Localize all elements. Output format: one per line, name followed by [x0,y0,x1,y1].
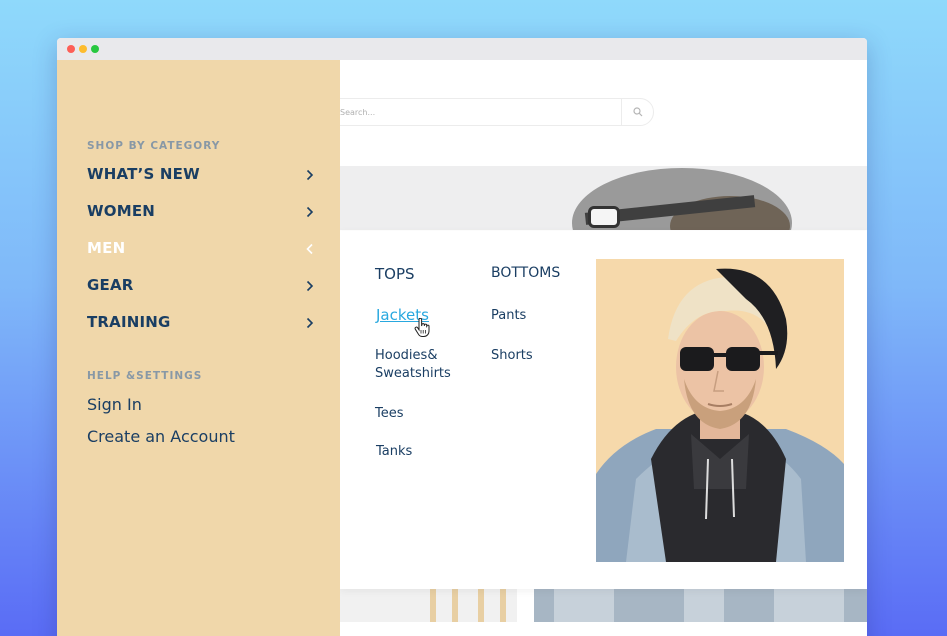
chevron-right-icon [306,206,314,218]
product-thumbnail[interactable] [534,588,867,622]
hand-cursor-icon [414,317,430,341]
help-settings-heading: HELP &SETTINGS [87,370,203,382]
chevron-left-icon [306,243,313,255]
promo-model-image[interactable] [596,259,844,562]
sidebar-item-women[interactable]: WOMEN [87,202,314,226]
search-icon [633,107,643,117]
browser-window: TOPS Jackets Hoodies& Sweatshirts Tees T… [57,38,867,636]
chevron-right-icon [306,280,314,292]
sidebar-item-whats-new[interactable]: WHAT’S NEW [87,165,314,189]
side-navigation: SHOP BY CATEGORY WHAT’S NEW WOMEN MEN GE… [57,60,340,636]
mega-link-tees[interactable]: Tees [375,405,404,423]
hero-banner [340,166,867,230]
search-input[interactable] [340,99,620,125]
maximize-window-button[interactable] [91,45,99,53]
sidebar-item-gear[interactable]: GEAR [87,276,314,300]
browser-titlebar [57,38,867,60]
sidebar-item-training[interactable]: TRAINING [87,313,314,337]
mega-column-title-bottoms[interactable]: BOTTOMS [491,265,560,281]
sidebar-item-label: MEN [87,239,126,257]
sidebar-item-label: WOMEN [87,202,156,220]
chevron-right-icon [306,317,314,329]
mega-column-title-tops[interactable]: TOPS [375,265,415,283]
close-window-button[interactable] [67,45,75,53]
mega-link-shorts[interactable]: Shorts [491,347,533,365]
sidebar-item-label: WHAT’S NEW [87,165,200,183]
search-button[interactable] [621,99,653,125]
chevron-right-icon [306,169,314,181]
mega-menu: TOPS Jackets Hoodies& Sweatshirts Tees T… [340,231,867,589]
sidebar-item-label: GEAR [87,276,134,294]
sidebar-item-men[interactable]: MEN [87,239,314,263]
mega-link-pants[interactable]: Pants [491,307,526,325]
mega-link-hoodies[interactable]: Hoodies& Sweatshirts [375,347,451,383]
model-illustration [596,268,844,562]
product-thumbnails [340,588,867,636]
minimize-window-button[interactable] [79,45,87,53]
hero-earpiece [588,206,620,228]
mega-link-tanks[interactable]: Tanks [376,443,412,461]
sidebar-item-label: TRAINING [87,313,171,331]
sign-in-link[interactable]: Sign In [87,395,142,414]
search-bar [319,98,654,126]
create-account-link[interactable]: Create an Account [87,427,235,446]
shop-by-category-heading: SHOP BY CATEGORY [87,140,221,152]
product-thumbnail[interactable] [340,588,517,622]
